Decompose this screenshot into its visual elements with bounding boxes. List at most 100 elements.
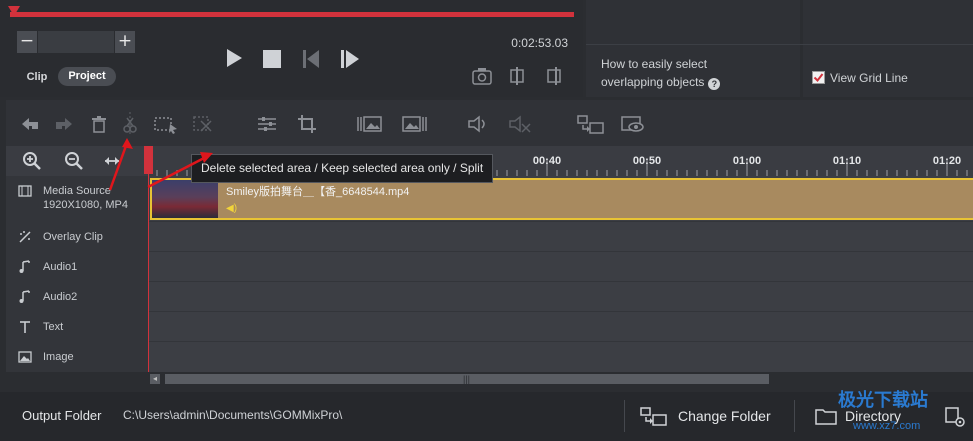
preview-zoom-field[interactable] <box>38 31 114 53</box>
help-icon[interactable]: ? <box>708 78 721 90</box>
time-display: 0:02:53.03 <box>511 36 568 50</box>
scroll-left-button[interactable]: ◂ <box>150 374 160 384</box>
annotation-arrowhead-1 <box>122 138 133 149</box>
replace-clip-icon <box>577 115 604 134</box>
timeline-zoom-in-button[interactable] <box>22 151 42 171</box>
mark-in-button[interactable] <box>508 67 526 85</box>
split-button[interactable] <box>122 112 138 136</box>
track-text-label: Text <box>43 321 64 333</box>
step-forward-icon <box>341 50 359 68</box>
change-folder-icon <box>640 407 667 426</box>
view-grid-checkbox[interactable] <box>812 71 825 84</box>
redo-icon <box>56 118 72 130</box>
ruler-label: 01:10 <box>833 155 861 167</box>
next-frame-button[interactable] <box>339 48 363 70</box>
mark-in-icon <box>510 67 524 85</box>
image-right-icon <box>402 116 427 132</box>
mute-button[interactable] <box>509 115 531 135</box>
settings-icon <box>945 407 965 427</box>
delete-button[interactable] <box>91 115 107 133</box>
output-settings-button[interactable] <box>944 406 966 428</box>
text-icon <box>20 321 30 333</box>
ruler-label: 01:00 <box>733 155 761 167</box>
help-tip-line2-text: overlapping objects <box>601 75 705 89</box>
panel-divider <box>586 44 973 45</box>
previous-frame-button[interactable] <box>301 48 325 70</box>
bottom-separator <box>624 400 625 432</box>
image-icon <box>18 351 32 363</box>
annotation-arrowhead-2 <box>200 152 213 163</box>
track-audio2-label: Audio2 <box>43 291 78 303</box>
camera-icon <box>472 68 492 85</box>
track-overlay-clip-label: Overlay Clip <box>43 231 103 243</box>
tab-clip[interactable]: Clip <box>18 68 56 86</box>
folder-icon <box>815 409 837 425</box>
zoom-out-icon <box>65 152 83 170</box>
annotation-arrows <box>108 138 213 191</box>
track-audio1-label: Audio1 <box>43 261 78 273</box>
crop-icon <box>298 115 316 133</box>
track-audio2[interactable]: Audio2 <box>6 282 148 312</box>
output-folder-path: C:\Users\admin\Documents\GOMMixPro\ <box>123 408 343 422</box>
change-folder-label: Change Folder <box>678 408 771 424</box>
stop-icon <box>263 50 281 68</box>
tab-project[interactable]: Project <box>58 67 116 86</box>
adjust-button[interactable] <box>257 115 277 133</box>
preview-zoom-out-button[interactable]: − <box>17 31 37 53</box>
help-tip-line2: overlapping objects? <box>601 73 791 91</box>
redo-button[interactable] <box>55 116 73 132</box>
select-area-button[interactable] <box>154 116 178 134</box>
watermark-logo-text: 极光下载站 <box>838 390 928 410</box>
undo-button[interactable] <box>21 116 39 132</box>
split-tooltip: Delete selected area / Keep selected are… <box>191 154 494 183</box>
timeline-zoom-out-button[interactable] <box>64 151 84 171</box>
crop-button[interactable] <box>297 114 317 134</box>
playback-progress-bar[interactable] <box>10 12 574 17</box>
keep-area-button[interactable] <box>193 115 215 135</box>
delete-icon <box>92 116 106 133</box>
help-tip[interactable]: How to easily select overlapping objects… <box>601 55 791 91</box>
bottom-separator <box>794 400 795 432</box>
play-button[interactable] <box>224 47 244 69</box>
snapshot-button[interactable] <box>472 67 492 85</box>
progress-knob[interactable] <box>8 6 20 16</box>
output-folder-label: Output Folder <box>22 408 102 423</box>
overlay-icon <box>19 231 31 243</box>
preview-icon <box>621 116 644 132</box>
track-audio1[interactable]: Audio1 <box>6 252 148 282</box>
view-grid-label: View Grid Line <box>830 71 908 85</box>
scroll-grip: ||| <box>463 374 471 384</box>
track-image[interactable]: Image <box>6 342 148 372</box>
preview-clip-button[interactable] <box>621 115 645 133</box>
watermark-url: www.xz7.com <box>853 420 921 432</box>
stop-button[interactable] <box>262 49 282 69</box>
change-folder-button[interactable]: Change Folder <box>640 404 771 428</box>
music-icon <box>19 290 30 303</box>
split-icon <box>123 112 137 136</box>
track-separator <box>148 311 973 312</box>
step-back-icon <box>303 50 319 68</box>
track-overlay-clip[interactable]: Overlay Clip <box>6 222 148 252</box>
adjust-icon <box>258 117 276 131</box>
ruler-label: 00:40 <box>533 155 561 167</box>
undo-icon <box>22 118 38 130</box>
track-separator <box>148 251 973 252</box>
image-right-button[interactable] <box>402 115 428 133</box>
mark-out-button[interactable] <box>545 67 563 85</box>
clip-filename: Smiley版拍舞台＿【香_6648544.mp4 <box>226 186 410 198</box>
playhead-line <box>148 174 149 374</box>
track-media-source-info: 1920X1080, MP4 <box>43 199 129 211</box>
track-separator <box>148 221 973 222</box>
preview-zoom-in-button[interactable]: + <box>115 31 135 53</box>
checkmark-icon <box>813 73 824 83</box>
image-left-button[interactable] <box>357 115 383 133</box>
annotation-arrow-1 <box>108 142 129 191</box>
mark-out-icon <box>547 67 561 85</box>
track-separator <box>148 341 973 342</box>
replace-clip-button[interactable] <box>577 114 605 134</box>
music-icon <box>19 260 30 273</box>
volume-button[interactable] <box>468 115 490 133</box>
annotation-arrow-2 <box>147 154 209 189</box>
track-text[interactable]: Text <box>6 312 148 342</box>
select-area-icon <box>154 117 177 134</box>
